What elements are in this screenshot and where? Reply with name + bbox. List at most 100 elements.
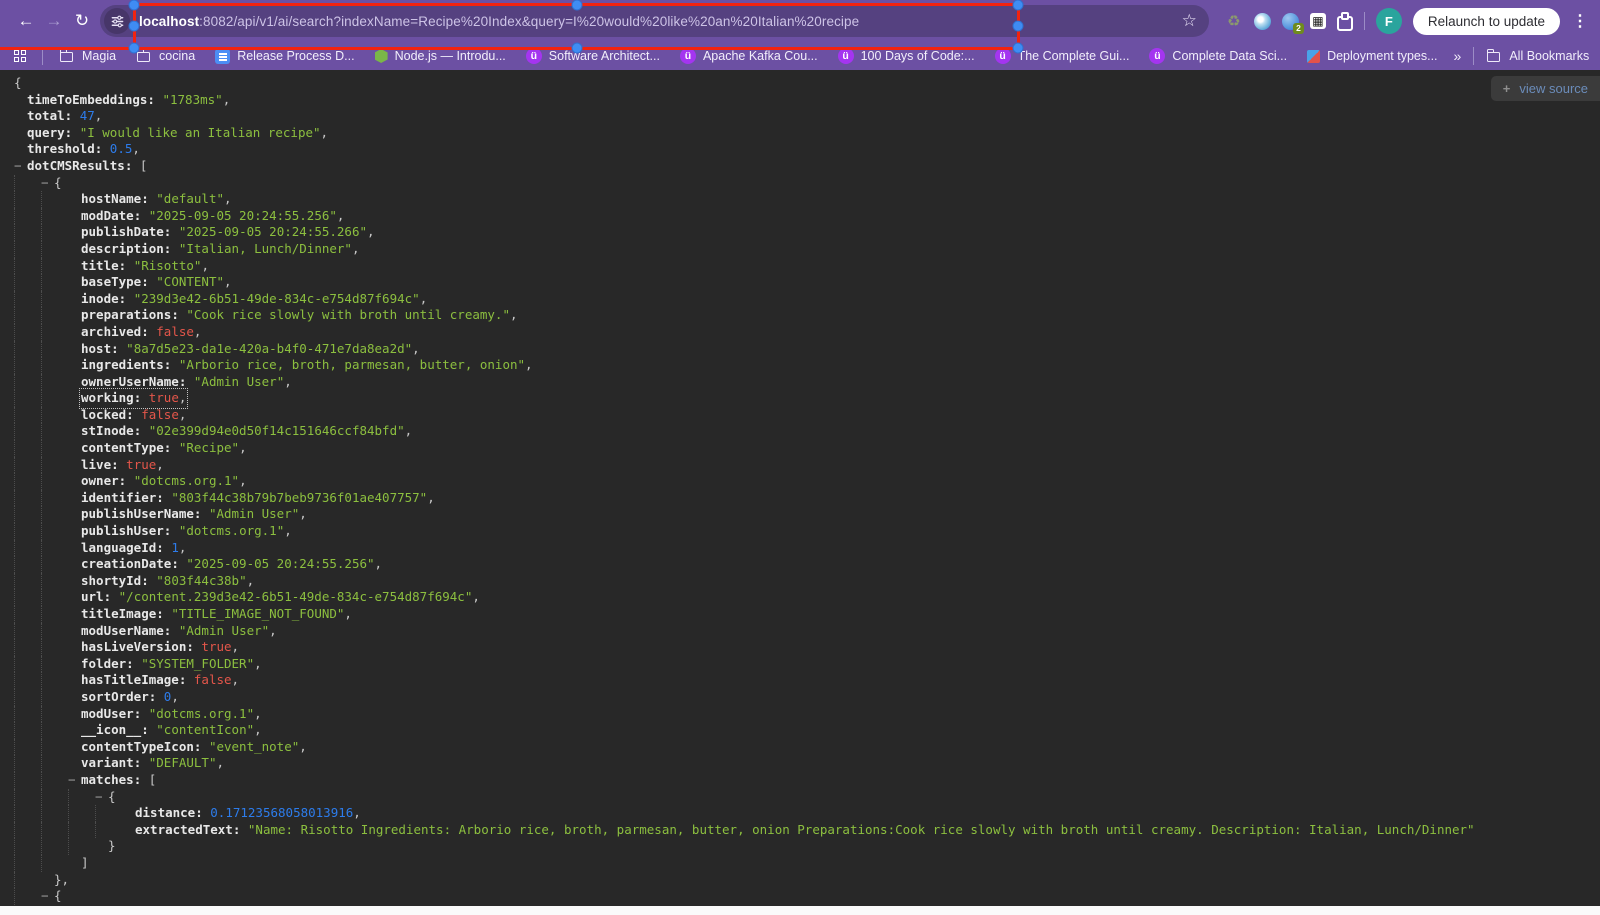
indent-slot [68,423,81,440]
json-colon: : [195,805,210,820]
json-entry: ownerUserName: "Admin User", [81,374,292,391]
forward-button[interactable]: → [40,6,68,36]
indent-guide [14,241,41,258]
collapse-toggle[interactable]: − [95,789,108,806]
json-value: "default" [156,191,224,206]
swirl-extension-icon[interactable] [1254,13,1271,30]
json-entry: hasTitleImage: false, [81,672,239,689]
globe-extension-icon[interactable]: 2 [1282,13,1299,30]
bookmark-item[interactable]: üComplete Data Sci... [1149,48,1287,64]
bookmarks-list: Magia cocina Release Process D... Node.js —… [59,48,1438,64]
bookmark-item[interactable]: Deployment types... [1307,49,1437,63]
indent-guide [14,357,41,374]
reload-button[interactable]: ↻ [68,6,96,36]
json-value: "2025-09-05 20:24:55.266" [179,224,367,239]
json-colon: : [111,341,126,356]
json-value: false [141,407,179,422]
json-entry: publishUser: "dotcms.org.1", [81,523,292,540]
json-colon: : [134,208,149,223]
json-line: ingredients: "Arborio rice, broth, parme… [0,357,1600,374]
bookmark-item[interactable]: cocina [136,48,195,64]
annotation-handle[interactable] [1013,43,1024,54]
indent-slot [68,241,81,258]
json-value: "Admin User" [194,374,284,389]
bookmarks-separator [42,47,43,65]
url-bar[interactable]: localhost:8082/api/v1/ai/search?indexNam… [100,5,1209,37]
json-comma: , [353,805,361,820]
json-colon: : [119,258,134,273]
json-line: total: 47, [0,108,1600,125]
site-info-icon[interactable] [104,8,130,34]
annotation-handle[interactable] [129,21,140,32]
bookmark-item[interactable]: Magia [59,48,116,64]
bookmark-star-icon[interactable]: ☆ [1182,11,1197,31]
json-key: distance [135,805,195,820]
json-line: live: true, [0,457,1600,474]
annotation-handle[interactable] [572,43,583,54]
browser-menu-button[interactable]: ⋮ [1572,11,1588,31]
indent-guide [41,258,68,275]
json-key: dotCMSResults [27,158,125,173]
indent-slot [68,639,81,656]
json-line: modDate: "2025-09-05 20:24:55.256", [0,208,1600,225]
indent-guide [41,291,68,308]
json-value: false [156,324,194,339]
annotation-handle[interactable] [1013,0,1024,11]
indent-guide [14,672,41,689]
json-colon: : [171,556,186,571]
bookmark-item[interactable]: Release Process D... [215,49,354,64]
json-comma: , [223,92,231,107]
json-line: stInode: "02e399d94e0d50f14c151646ccf84b… [0,423,1600,440]
json-value: "803f44c38b79b7beb9736f01ae407757" [171,490,427,505]
json-comma: , [179,540,187,555]
bookmark-item[interactable]: ü100 Days of Code:... [838,48,975,64]
back-button[interactable]: ← [12,6,40,36]
collapse-toggle[interactable]: − [14,158,27,175]
bookmarks-overflow-chevron[interactable]: » [1454,48,1462,64]
indent-slot [68,274,81,291]
json-value: { [108,789,116,804]
collapse-toggle[interactable]: − [41,175,54,192]
indent-slot [68,506,81,523]
qr-extension-icon[interactable]: ▦ [1310,13,1326,29]
json-entry: dotCMSResults: [ [27,158,147,175]
indent-guide [14,224,41,241]
json-value: "dotcms.org.1" [134,473,239,488]
annotation-handle[interactable] [1013,21,1024,32]
json-line: working: true, [0,390,1600,407]
view-source-button[interactable]: + view source [1491,76,1600,101]
annotation-handle[interactable] [129,43,140,54]
json-key: locked [81,407,126,422]
json-entry: working: true, [81,390,186,407]
bookmark-item[interactable]: üSoftware Architect... [526,48,660,64]
json-key: archived [81,324,141,339]
json-entry: } [108,838,116,855]
collapse-toggle[interactable]: − [68,772,81,789]
json-value: "Recipe" [179,440,239,455]
expand-all-icon[interactable]: + [1503,81,1511,96]
json-value: "803f44c38b" [156,573,246,588]
json-key: timeToEmbeddings [27,92,147,107]
indent-slot [68,755,81,772]
indent-slot [68,739,81,756]
relaunch-to-update-button[interactable]: Relaunch to update [1413,8,1560,35]
collapse-toggle[interactable]: − [41,888,54,905]
apps-grid-icon[interactable] [14,50,26,62]
bookmark-item[interactable]: üApache Kafka Cou... [680,48,818,64]
annotation-handle[interactable] [572,0,583,11]
json-line: owner: "dotcms.org.1", [0,473,1600,490]
json-line: url: "/content.239d3e42-6b51-49de-834c-e… [0,589,1600,606]
profile-avatar[interactable]: F [1376,8,1402,34]
recycle-extension-icon[interactable]: ♻ [1225,12,1243,30]
all-bookmarks-button[interactable]: All Bookmarks [1486,48,1589,64]
indent-guide [14,191,41,208]
indent-slot [122,822,135,839]
bookmark-item[interactable]: Node.js — Introdu... [375,49,506,63]
json-key: working [81,390,134,405]
indent-guide [14,175,41,192]
indent-guide [41,540,68,557]
indent-guide [41,473,68,490]
indent-guide [41,589,68,606]
extensions-puzzle-icon[interactable] [1337,16,1353,31]
annotation-handle[interactable] [129,0,140,11]
